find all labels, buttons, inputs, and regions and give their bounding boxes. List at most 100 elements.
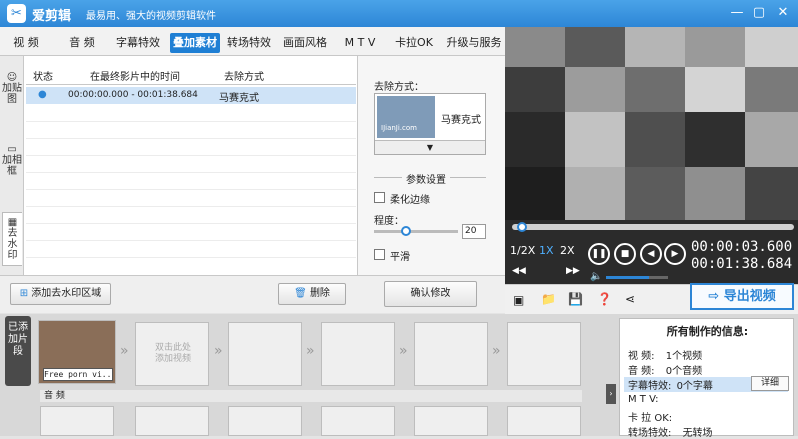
info-title: 所有制作的信息: bbox=[666, 325, 749, 338]
app-slogan: 最易用、强大的视频剪辑软件 bbox=[86, 11, 216, 22]
info-mtv: M T V: bbox=[628, 394, 659, 405]
save-icon[interactable]: 💾 bbox=[568, 292, 583, 306]
stop-icon[interactable]: ■ bbox=[614, 243, 636, 265]
volume-icon[interactable]: 🔈 bbox=[590, 271, 602, 282]
empty-clip-slot[interactable] bbox=[507, 322, 581, 386]
delete-button[interactable]: 🗑 删除 bbox=[278, 283, 346, 305]
detail-button[interactable]: 详细 bbox=[751, 376, 789, 391]
prev-frame-icon[interactable]: ◀ bbox=[640, 243, 662, 265]
audio-slot[interactable] bbox=[321, 406, 395, 436]
info-video: 视 频: 1个视频 bbox=[628, 351, 703, 362]
speed-double[interactable]: 2X bbox=[560, 244, 575, 257]
side-tab-remove-watermark[interactable]: ▦ 去水印 bbox=[2, 212, 22, 266]
video-clip[interactable]: Free porn vi... bbox=[38, 320, 116, 384]
info-karaoke: 卡 拉 OK: bbox=[628, 413, 673, 424]
audio-track-label: 音 频 bbox=[40, 390, 582, 402]
method-name: 马赛克式 bbox=[441, 115, 481, 126]
tab-audio[interactable]: 音 频 bbox=[62, 33, 102, 53]
production-info-panel: 所有制作的信息: 视 频: 1个视频 音 频: 0个音频 字幕特效: 0个字幕 … bbox=[619, 318, 794, 439]
tab-subtitle-effects[interactable]: 字幕特效 bbox=[112, 33, 164, 53]
add-region-icon: ⊞ bbox=[19, 288, 32, 299]
export-video-button[interactable]: ⇨ 导出视频 bbox=[690, 283, 794, 310]
tab-overlay-material[interactable]: 叠加素材 bbox=[170, 33, 220, 53]
degree-label: 程度： bbox=[374, 216, 404, 227]
frame-icon: ▭ bbox=[7, 144, 17, 155]
degree-slider-handle[interactable] bbox=[401, 226, 411, 236]
app-logo-icon: ✂ bbox=[7, 4, 26, 23]
chevron-right-icon: » bbox=[492, 343, 501, 359]
trash-icon: 🗑 bbox=[294, 288, 310, 299]
minimize-icon[interactable]: — bbox=[726, 4, 748, 22]
degree-value[interactable]: 20 bbox=[462, 224, 486, 239]
chevron-right-icon: » bbox=[306, 343, 315, 359]
close-icon[interactable]: ✕ bbox=[772, 4, 794, 22]
audio-slot[interactable] bbox=[135, 406, 209, 436]
share-icon[interactable]: ⋖ bbox=[625, 292, 635, 306]
collapse-panel-icon[interactable]: › bbox=[606, 384, 616, 404]
soften-edge-label: 柔化边缘 bbox=[390, 195, 430, 206]
added-clips-tab[interactable]: 已添加片段 bbox=[5, 316, 31, 386]
tab-upgrade-service[interactable]: 升级与服务 bbox=[444, 33, 504, 53]
overlay-side-tabs: ☺ 加贴图 ▭ 加相框 ▦ 去水印 bbox=[0, 56, 24, 311]
info-audio: 音 频: 0个音频 bbox=[628, 366, 703, 377]
removal-method-selector[interactable]: IJianJi.com 马赛克式 ▼ bbox=[374, 93, 486, 155]
snapshot-icon[interactable]: ▣ bbox=[513, 293, 524, 307]
current-time: 00:00:03.600 bbox=[691, 239, 793, 255]
empty-clip-slot[interactable]: 双击此处 添加视频 bbox=[135, 322, 209, 386]
folder-icon[interactable]: 📁 bbox=[541, 292, 556, 306]
tab-picture-style[interactable]: 画面风格 bbox=[280, 33, 330, 53]
clip-caption: Free porn vi... bbox=[43, 368, 113, 381]
video-preview[interactable] bbox=[505, 27, 798, 220]
maximize-icon[interactable]: ▢ bbox=[748, 4, 770, 22]
column-status: 状态 bbox=[33, 72, 53, 83]
sticker-icon: ☺ bbox=[6, 72, 18, 83]
empty-clip-slot[interactable] bbox=[321, 322, 395, 386]
pause-icon[interactable]: ❚❚ bbox=[588, 243, 610, 265]
speed-half[interactable]: 1/2X bbox=[510, 244, 535, 257]
chevron-down-icon[interactable]: ▼ bbox=[375, 140, 485, 154]
total-time: 00:01:38.684 bbox=[691, 256, 793, 272]
confirm-modify-button[interactable]: 确认修改 bbox=[384, 281, 477, 307]
table-row[interactable]: ● 00:00:00.000 - 00:01:38.684 马赛克式 bbox=[26, 87, 356, 104]
chevron-right-icon: » bbox=[120, 343, 129, 359]
row-method: 马赛克式 bbox=[219, 93, 259, 104]
status-dot: ● bbox=[38, 89, 47, 100]
tab-karaoke[interactable]: 卡拉OK bbox=[391, 33, 437, 53]
empty-clip-slot[interactable] bbox=[228, 322, 302, 386]
audio-slot[interactable] bbox=[228, 406, 302, 436]
mosaic-thumbnail: IJianJi.com bbox=[377, 96, 435, 138]
side-tab-add-frame[interactable]: ▭ 加相框 bbox=[2, 144, 22, 177]
column-time: 在最终影片中的时间 bbox=[90, 72, 180, 83]
chevron-right-icon: » bbox=[399, 343, 408, 359]
degree-slider[interactable] bbox=[374, 230, 458, 233]
watermark-settings-panel: 去除方式： IJianJi.com 马赛克式 ▼ 参数设置 柔化边缘 程度： 2… bbox=[358, 56, 505, 275]
add-video-hint: 双击此处 添加视频 bbox=[154, 343, 191, 364]
speed-normal[interactable]: 1X bbox=[539, 244, 554, 257]
info-transitions: 转场特效: 无转场 bbox=[628, 428, 713, 439]
volume-fill bbox=[606, 276, 650, 279]
tab-transition-effects[interactable]: 转场特效 bbox=[224, 33, 274, 53]
seek-bar[interactable] bbox=[512, 224, 794, 230]
tab-mtv[interactable]: M T V bbox=[340, 33, 380, 53]
watermark-icon: ▦ bbox=[7, 217, 18, 228]
help-icon[interactable]: ❓ bbox=[597, 292, 612, 306]
empty-clip-slot[interactable] bbox=[414, 322, 488, 386]
soften-edge-checkbox[interactable] bbox=[374, 192, 385, 203]
next-frame-icon[interactable]: ▶ bbox=[664, 243, 686, 265]
export-icon: ⇨ bbox=[708, 289, 724, 304]
add-watermark-region-button[interactable]: ⊞ 添加去水印区域 bbox=[10, 283, 111, 305]
rewind-icon[interactable]: ◀◀ bbox=[512, 266, 526, 276]
tab-video[interactable]: 视 频 bbox=[8, 33, 44, 53]
audio-slot[interactable] bbox=[507, 406, 581, 436]
side-tab-add-sticker[interactable]: ☺ 加贴图 bbox=[2, 72, 22, 105]
smooth-checkbox[interactable] bbox=[374, 249, 385, 260]
audio-slot[interactable] bbox=[414, 406, 488, 436]
column-method: 去除方式 bbox=[224, 72, 264, 83]
smooth-label: 平滑 bbox=[390, 252, 410, 263]
fast-forward-icon[interactable]: ▶▶ bbox=[566, 266, 580, 276]
audio-slot[interactable] bbox=[40, 406, 114, 436]
row-time: 00:00:00.000 - 00:01:38.684 bbox=[68, 90, 198, 100]
chevron-right-icon: » bbox=[214, 343, 223, 359]
main-menu-bar: 视 频 音 频 字幕特效 叠加素材 转场特效 画面风格 M T V 卡拉OK 升… bbox=[0, 27, 505, 56]
removal-method-label: 去除方式： bbox=[374, 82, 424, 93]
